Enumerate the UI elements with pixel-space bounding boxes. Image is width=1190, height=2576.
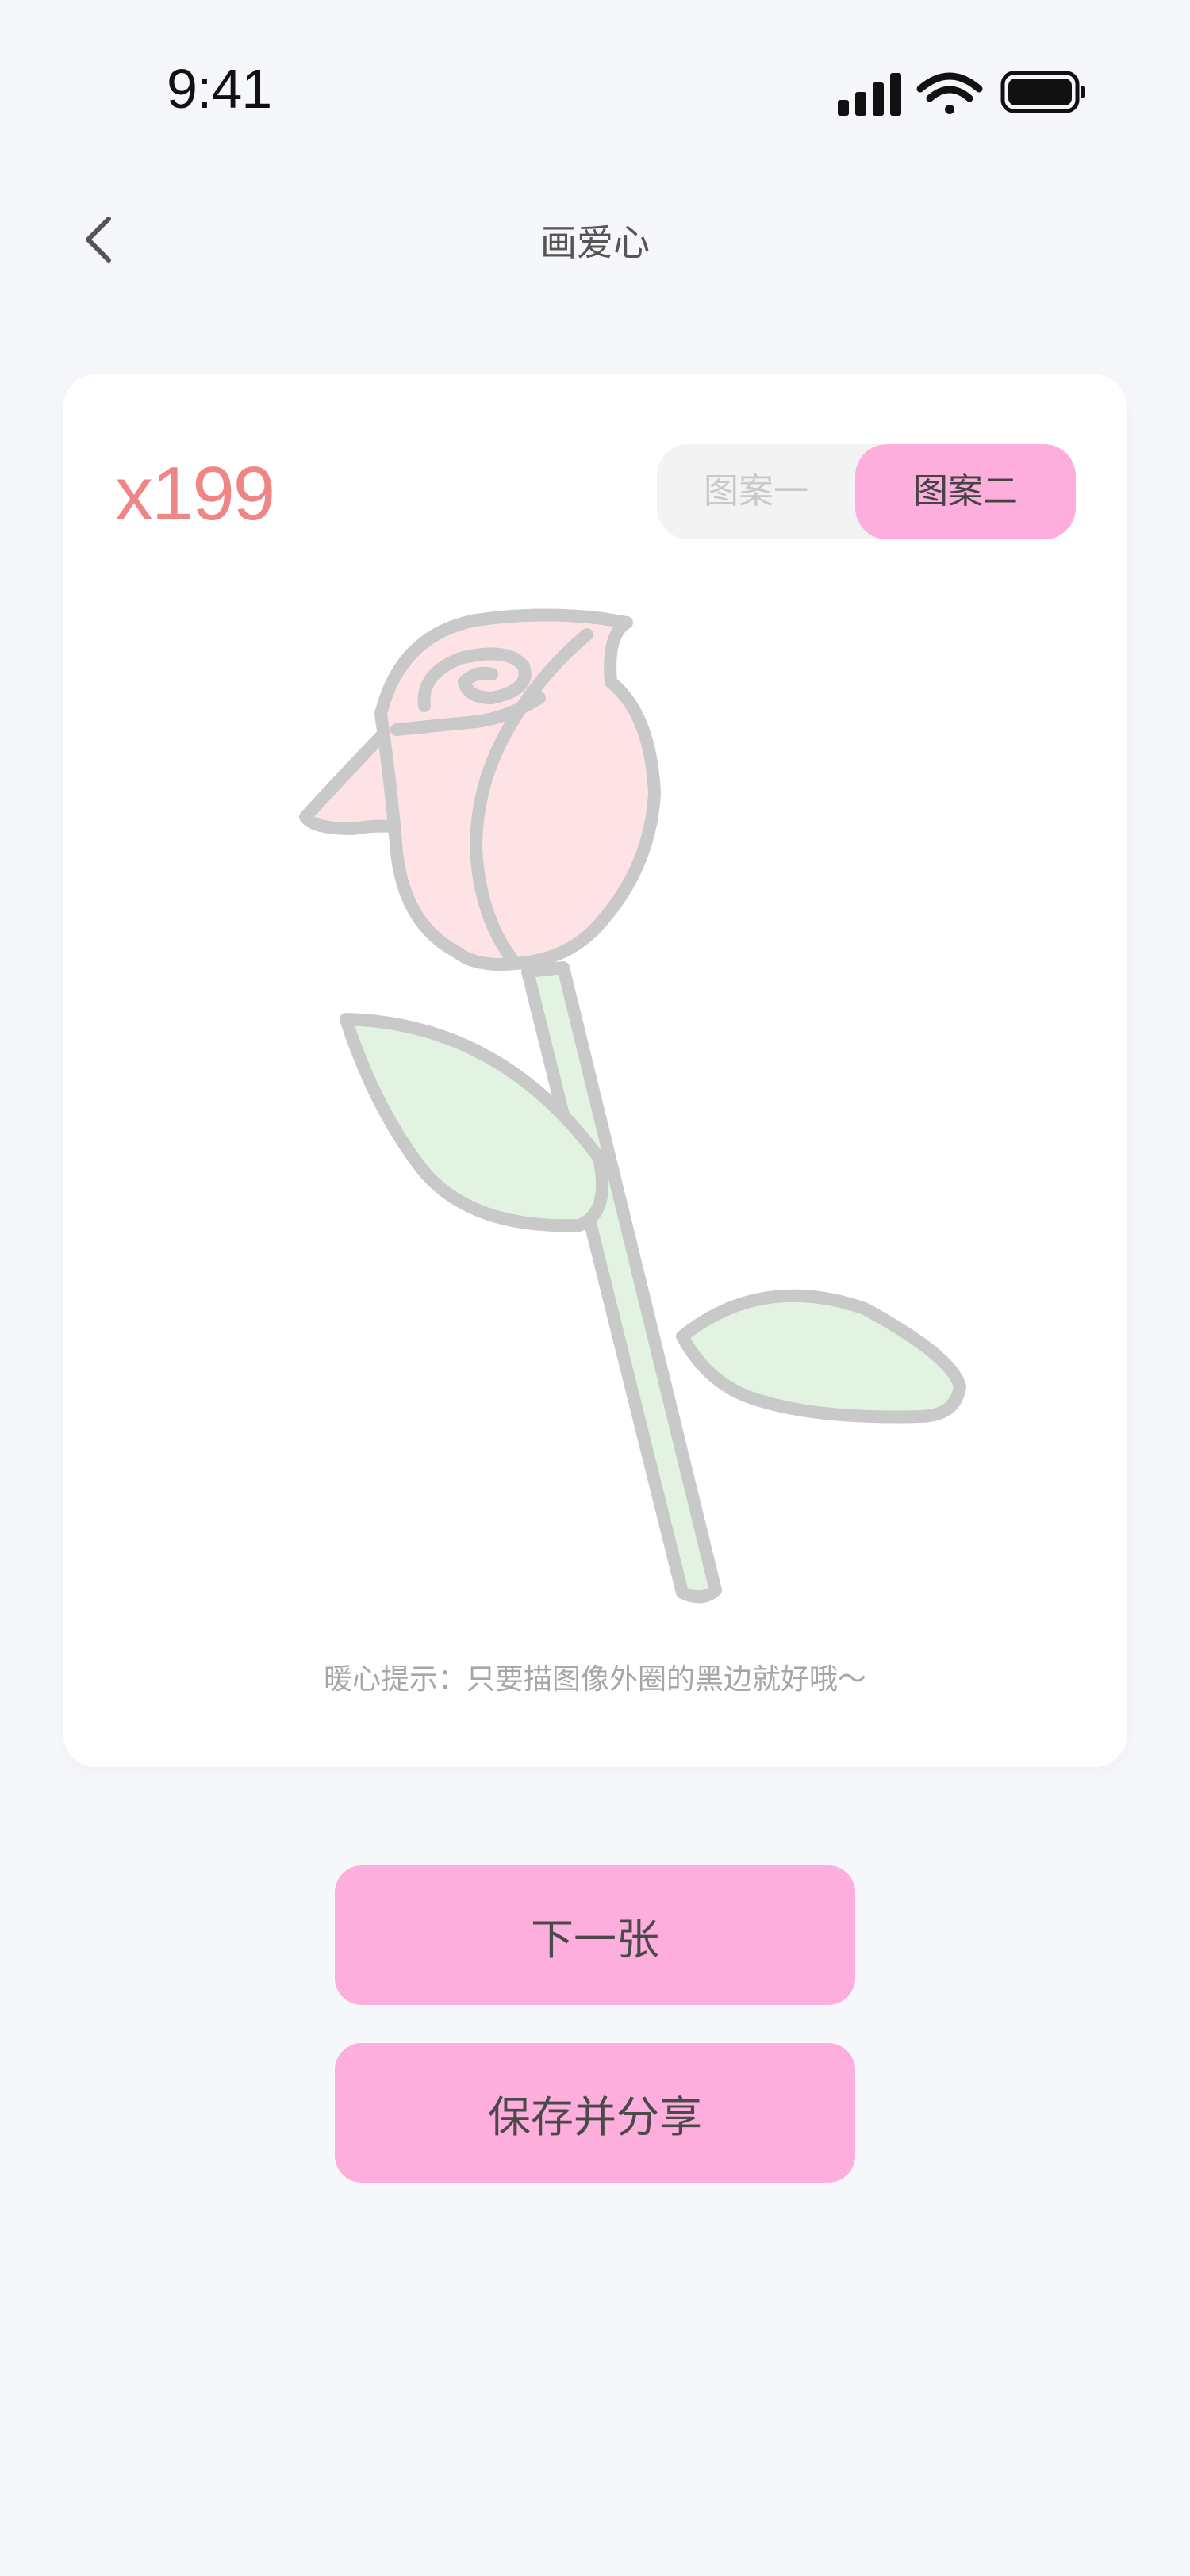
battery-icon — [1000, 71, 1085, 113]
tab-pattern-two[interactable]: 图案二 — [855, 444, 1076, 539]
tab-pattern-one[interactable]: 图案一 — [657, 444, 855, 539]
wifi-icon — [916, 72, 983, 114]
signal-icon — [838, 73, 901, 116]
next-button[interactable]: 下一张 — [335, 1865, 855, 2005]
pattern-segmented-control: 图案一 图案二 — [657, 444, 1076, 539]
rose-outline-drawing — [299, 608, 966, 1604]
status-icons — [838, 71, 1085, 116]
status-bar: 9:41 — [0, 0, 1190, 174]
rose-right-leaf — [676, 1289, 966, 1424]
status-time: 9:41 — [167, 58, 272, 120]
save-share-button[interactable]: 保存并分享 — [335, 2043, 855, 2183]
page-title: 画爱心 — [540, 221, 650, 264]
heart-count: x199 — [115, 451, 275, 536]
tip-text: 暖心提示：只要描图像外圈的黑边就好哦～ — [323, 1663, 866, 1696]
rose-stem — [521, 961, 722, 1604]
rose-illustration[interactable] — [238, 555, 1000, 1618]
